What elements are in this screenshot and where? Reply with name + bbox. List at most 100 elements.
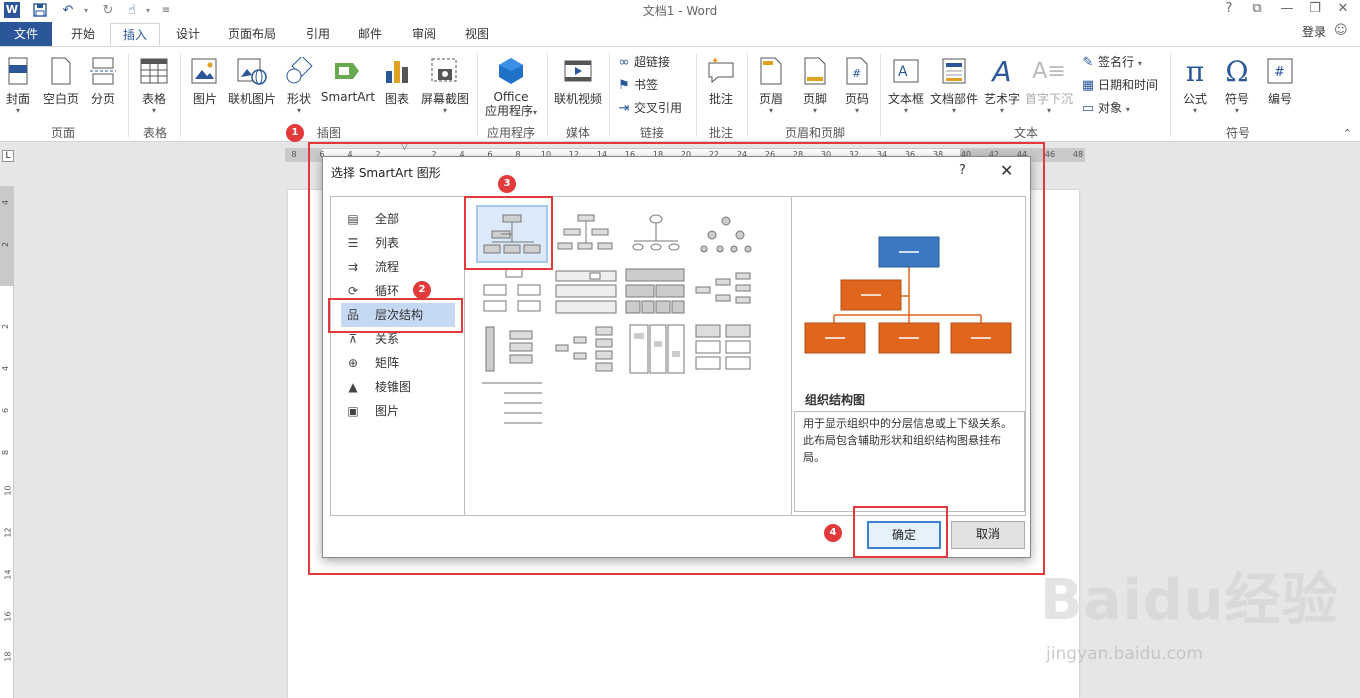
- header-button[interactable]: 页眉 ▾: [754, 55, 788, 115]
- drop-cap-button: A≡ 首字下沉 ▾: [1024, 55, 1074, 115]
- group-label-illustrations: 插图: [316, 126, 341, 140]
- group-label-apps: 应用程序: [486, 126, 535, 140]
- table-button[interactable]: 表格 ▾: [136, 55, 172, 115]
- page-break-button[interactable]: 分页: [86, 55, 120, 107]
- account-icon[interactable]: ☺: [1334, 23, 1350, 39]
- online-video-button[interactable]: 联机视频: [552, 55, 604, 107]
- comment-icon: ✦: [706, 55, 736, 87]
- close-button[interactable]: ✕: [1332, 1, 1354, 16]
- group-label-tables: 表格: [142, 126, 167, 140]
- group-label-links: 链接: [639, 126, 664, 140]
- tab-insert[interactable]: 插入: [110, 23, 160, 46]
- cover-page-button[interactable]: 封面 ▾: [2, 55, 34, 115]
- tab-references[interactable]: 引用: [296, 23, 340, 46]
- svg-text:✦: ✦: [711, 57, 719, 67]
- header-icon: [756, 55, 786, 87]
- quick-parts-button[interactable]: 文档部件 ▾: [928, 55, 980, 115]
- minimize-button[interactable]: —: [1276, 1, 1298, 16]
- wordart-icon: A: [992, 54, 1012, 88]
- watermark-logo: Baidu经验: [1040, 568, 1339, 633]
- symbol-button[interactable]: Ω 符号 ▾: [1218, 55, 1256, 115]
- online-pictures-button[interactable]: 联机图片: [226, 55, 278, 107]
- comment-button[interactable]: ✦ 批注: [704, 55, 738, 107]
- pi-icon: π: [1185, 54, 1205, 88]
- maximize-button[interactable]: ❐: [1304, 1, 1326, 16]
- screenshot-icon: [430, 55, 460, 87]
- annotation-marker-2: 2: [413, 281, 431, 299]
- svg-text:A: A: [898, 64, 908, 80]
- wordart-button[interactable]: A 艺术字 ▾: [982, 55, 1022, 115]
- login-link[interactable]: 登录: [1302, 23, 1326, 40]
- object-button[interactable]: ▭ 对象 ▾: [1080, 98, 1130, 118]
- quick-parts-icon: [939, 55, 969, 87]
- office-store-icon: [496, 55, 526, 87]
- bookmark-icon: ⚑: [618, 78, 630, 93]
- tab-design[interactable]: 设计: [166, 23, 210, 46]
- watermark-url: jingyan.baidu.com: [1046, 644, 1203, 664]
- smartart-button[interactable]: SmartArt: [320, 55, 376, 104]
- picture-icon: [190, 55, 220, 87]
- annotation-marker-4: 4: [824, 524, 842, 542]
- help-button[interactable]: ?: [1218, 1, 1240, 16]
- signature-line-button[interactable]: ✎ 签名行 ▾: [1080, 52, 1142, 72]
- tab-home[interactable]: 开始: [60, 23, 106, 46]
- cross-reference-button[interactable]: ⇥ 交叉引用: [616, 98, 682, 118]
- annotation-box-layout: [464, 196, 553, 270]
- annotation-marker-1: 1: [286, 124, 304, 142]
- text-box-button[interactable]: A 文本框 ▾: [886, 55, 926, 115]
- group-label-pages: 页面: [50, 126, 75, 140]
- picture-button[interactable]: 图片: [188, 55, 222, 107]
- vertical-ruler[interactable]: 4 2 2 4 6 8 10 12 14 16 18: [0, 186, 14, 698]
- tab-selector[interactable]: L: [2, 150, 14, 162]
- hyperlink-icon: ∞: [618, 55, 630, 70]
- hyperlink-button[interactable]: ∞ 超链接: [616, 52, 670, 72]
- chart-button[interactable]: 图表: [382, 55, 412, 107]
- object-icon: ▭: [1081, 101, 1095, 116]
- office-apps-button[interactable]: Office 应用程序▾: [480, 55, 542, 118]
- date-time-button[interactable]: ▦ 日期和时间: [1080, 75, 1158, 95]
- tab-file[interactable]: 文件: [0, 22, 52, 46]
- cross-reference-icon: ⇥: [618, 101, 630, 116]
- number-icon: #: [1265, 55, 1295, 87]
- collapse-ribbon-icon[interactable]: ⌃: [1343, 127, 1352, 140]
- table-icon: [139, 55, 169, 87]
- blank-page-button[interactable]: 空白页: [40, 55, 82, 107]
- group-label-header-footer: 页眉和页脚: [784, 126, 845, 140]
- tab-view[interactable]: 视图: [455, 23, 499, 46]
- text-box-icon: A: [891, 55, 921, 87]
- annotation-marker-3: 3: [498, 175, 516, 193]
- smartart-icon: [333, 55, 363, 87]
- tab-mailings[interactable]: 邮件: [348, 23, 392, 46]
- group-label-comments: 批注: [708, 126, 733, 140]
- tab-page-layout[interactable]: 页面布局: [222, 23, 282, 46]
- signature-line-icon: ✎: [1082, 55, 1094, 70]
- ribbon-display-button[interactable]: ⧉: [1246, 1, 1268, 16]
- online-pictures-icon: [237, 55, 267, 87]
- chart-icon: [382, 55, 412, 87]
- page-number-icon: #: [842, 55, 872, 87]
- footer-icon: [800, 55, 830, 87]
- annotation-box-ok: [853, 506, 948, 558]
- screenshot-button[interactable]: 屏幕截图 ▾: [418, 55, 472, 115]
- online-video-icon: [563, 55, 593, 87]
- tab-review[interactable]: 审阅: [402, 23, 446, 46]
- group-label-text: 文本: [1013, 126, 1038, 140]
- footer-button[interactable]: 页脚 ▾: [798, 55, 832, 115]
- group-label-symbols: 符号: [1225, 126, 1250, 140]
- cover-page-icon: [3, 55, 33, 87]
- drop-cap-icon: A≡: [1032, 58, 1066, 84]
- page-number-button[interactable]: # 页码 ▾: [840, 55, 874, 115]
- title-bar: W ↶ ▾ ↻ ☝ ▾ ≡ 文档1 - Word ? ⧉ — ❐ ✕: [0, 0, 1360, 20]
- equation-button[interactable]: π 公式 ▾: [1176, 55, 1214, 115]
- page-break-icon: [88, 55, 118, 87]
- bookmark-button[interactable]: ⚑ 书签: [616, 75, 658, 95]
- group-label-media: 媒体: [565, 126, 590, 140]
- window-title: 文档1 - Word: [642, 4, 718, 18]
- date-time-icon: ▦: [1081, 78, 1095, 93]
- number-button[interactable]: # 编号: [1260, 55, 1300, 107]
- svg-text:#: #: [852, 67, 861, 80]
- shapes-icon: [284, 55, 314, 87]
- blank-page-icon: [46, 55, 76, 87]
- ribbon-insert: 封面 ▾ 空白页 分页 页面 表格 ▾ 表格 图片 联机图片 形状 ▾ SmartAr…: [0, 46, 1360, 142]
- shapes-button[interactable]: 形状 ▾: [284, 55, 314, 115]
